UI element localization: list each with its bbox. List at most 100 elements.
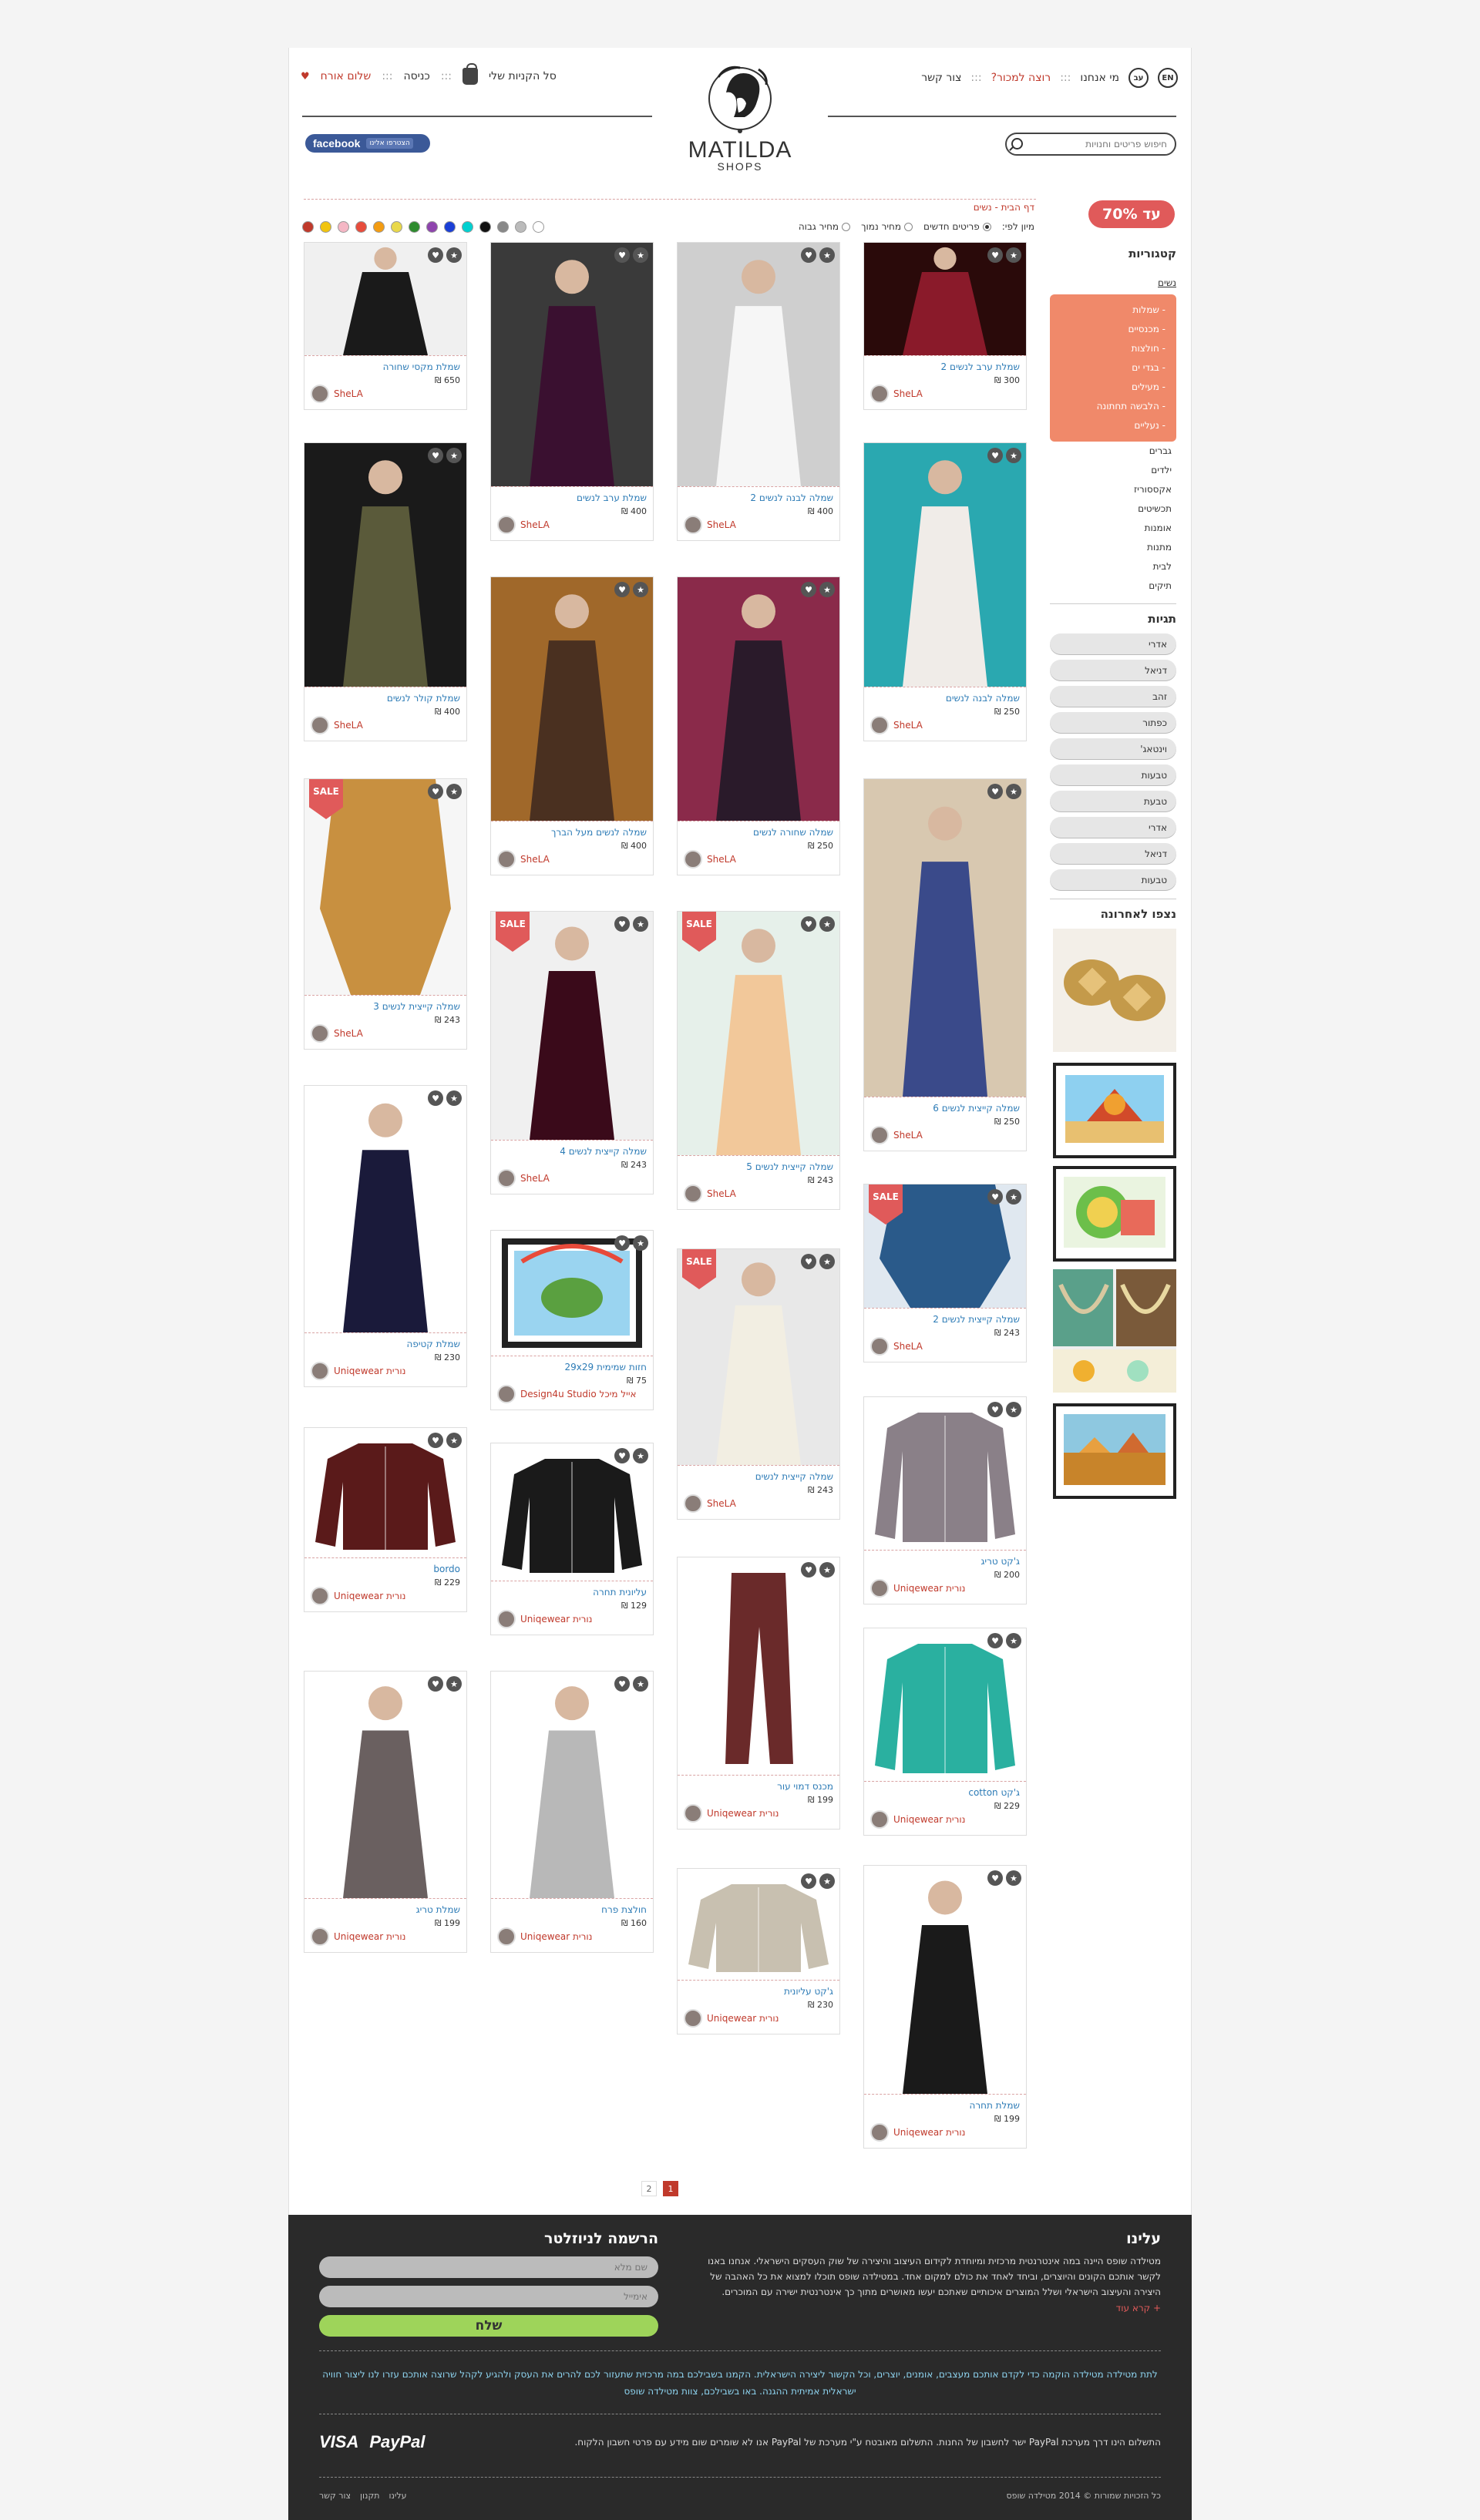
product-image[interactable]: ★ ♥ — [678, 243, 839, 486]
product-card[interactable]: ★ ♥ שמלת טריג 199 ₪ Uniqewear נורית — [304, 1671, 467, 1953]
heart-icon[interactable]: ♥ — [428, 784, 443, 799]
heart-icon[interactable]: ♥ — [614, 1448, 630, 1463]
heart-icon[interactable]: ♥ — [987, 1189, 1003, 1205]
product-card[interactable]: ★ ♥ SALE שמלה קייצית לנשים 243 ₪ SheLA — [677, 1248, 840, 1520]
color-swatch[interactable] — [479, 221, 491, 233]
contact-link[interactable]: צור קשר — [921, 72, 961, 84]
star-icon[interactable]: ★ — [633, 1448, 648, 1463]
product-card[interactable]: ★ ♥ שמלת קטיפה 230 ₪ Uniqewear נורית — [304, 1085, 467, 1387]
product-card[interactable]: ★ ♥ ג'קט עליונית 230 ₪ Uniqewear נורית — [677, 1868, 840, 2034]
product-title[interactable]: חולצת פרח — [497, 1903, 647, 1916]
category-women[interactable]: נשים — [1050, 277, 1176, 288]
product-title[interactable]: שמלה קייצית לנשים 6 — [870, 1102, 1020, 1114]
seller[interactable]: Uniqewear נורית — [684, 2009, 779, 2028]
page-link-current[interactable]: 1 — [663, 2181, 678, 2196]
product-card[interactable]: ★ ♥ שמלה לנשים מעל הברך 400 ₪ SheLA — [490, 576, 654, 875]
product-title[interactable]: שמלת קולר לנשים — [311, 692, 460, 704]
star-icon[interactable]: ★ — [819, 1254, 835, 1269]
heart-icon[interactable]: ♥ — [801, 1873, 816, 1889]
product-title[interactable]: שמלה לבנה לנשים — [870, 692, 1020, 704]
sell-link[interactable]: רוצה למכור? — [991, 72, 1051, 84]
heart-icon[interactable]: ♥ — [428, 1433, 443, 1448]
product-title[interactable]: bordo — [311, 1563, 460, 1575]
seller[interactable]: Uniqewear נורית — [311, 1362, 405, 1380]
heart-icon[interactable]: ♥ — [801, 582, 816, 597]
product-title[interactable]: חזות שמימית 29x29 — [497, 1361, 647, 1373]
seller[interactable]: Uniqewear נורית — [870, 1810, 965, 1829]
product-title[interactable]: שמלה קייצית לנשים 4 — [497, 1145, 647, 1158]
submenu-item[interactable]: - מכנסיים — [1061, 320, 1166, 339]
heart-icon[interactable]: ♥ — [614, 247, 630, 263]
product-card[interactable]: ★ ♥ עליונית תחרה 129 ₪ Uniqewear נורית — [490, 1443, 654, 1635]
product-title[interactable]: שמלת ערב לנשים 2 — [870, 361, 1020, 373]
product-title[interactable]: שמלה שחורה לנשים — [684, 826, 833, 838]
category-item[interactable]: אקססוריז — [1050, 480, 1176, 499]
seller[interactable]: SheLA — [684, 850, 736, 869]
tag-item[interactable]: דניאל — [1050, 843, 1176, 865]
seller[interactable]: SheLA — [497, 1169, 550, 1188]
product-image[interactable]: ★ ♥ SALE — [864, 1184, 1026, 1308]
lang-he-button[interactable]: עב — [1128, 68, 1149, 88]
heart-icon[interactable]: ♥ — [987, 247, 1003, 263]
color-swatch[interactable] — [533, 221, 544, 233]
star-icon[interactable]: ★ — [1006, 1870, 1021, 1886]
seller[interactable]: Uniqewear נורית — [497, 1927, 592, 1946]
category-item[interactable]: ילדים — [1050, 461, 1176, 480]
color-swatch[interactable] — [338, 221, 349, 233]
product-card[interactable]: ★ ♥ שמלת ערב לנשים 400 ₪ SheLA — [490, 242, 654, 541]
heart-icon[interactable]: ♥ — [428, 1090, 443, 1106]
send-button[interactable]: שלח — [319, 2315, 658, 2337]
product-title[interactable]: ג'קט cotton — [870, 1786, 1020, 1799]
submenu-item[interactable]: - שמלות — [1061, 301, 1166, 320]
product-card[interactable]: ★ ♥ ג'קט cotton 229 ₪ Uniqewear נורית — [863, 1628, 1027, 1836]
color-swatch[interactable] — [355, 221, 367, 233]
star-icon[interactable]: ★ — [446, 784, 462, 799]
product-image[interactable]: ★ ♥ — [864, 243, 1026, 355]
product-image[interactable]: ★ ♥ — [491, 1231, 653, 1356]
color-swatch[interactable] — [373, 221, 385, 233]
submenu-item[interactable]: - מעילים — [1061, 378, 1166, 397]
product-image[interactable]: ★ ♥ — [864, 779, 1026, 1097]
tag-item[interactable]: טבעות — [1050, 764, 1176, 786]
tag-item[interactable]: זהב — [1050, 686, 1176, 707]
seller[interactable]: Uniqewear נורית — [497, 1610, 592, 1628]
recent-item-art-2[interactable] — [1053, 1166, 1176, 1262]
product-image[interactable]: ★ ♥ — [304, 443, 466, 687]
star-icon[interactable]: ★ — [633, 582, 648, 597]
product-image[interactable]: ★ ♥ — [864, 443, 1026, 687]
seller[interactable]: SheLA — [497, 850, 550, 869]
product-image[interactable]: ★ ♥ — [864, 1866, 1026, 2094]
heart-icon[interactable]: ♥ — [428, 1676, 443, 1692]
product-card[interactable]: ★ ♥ שמלת קולר לנשים 400 ₪ SheLA — [304, 442, 467, 741]
product-card[interactable]: ★ ♥ SALE שמלה קייצית לנשים 5 243 ₪ SheLA — [677, 911, 840, 1210]
submenu-item[interactable]: - נעליים — [1061, 416, 1166, 435]
star-icon[interactable]: ★ — [819, 1562, 835, 1578]
product-card[interactable]: ★ ♥ חזות שמימית 29x29 75 ₪ Design4u Stud… — [490, 1230, 654, 1410]
heart-icon[interactable]: ♥ — [428, 247, 443, 263]
color-swatch[interactable] — [320, 221, 331, 233]
star-icon[interactable]: ★ — [1006, 448, 1021, 463]
star-icon[interactable]: ★ — [1006, 247, 1021, 263]
star-icon[interactable]: ★ — [819, 582, 835, 597]
heart-icon[interactable]: ♥ — [801, 1562, 816, 1578]
product-title[interactable]: מכנס דמוי עור — [684, 1780, 833, 1793]
search-input[interactable] — [1036, 139, 1167, 150]
heart-icon[interactable]: ♥ — [428, 448, 443, 463]
product-title[interactable]: שמלה קייצית לנשים 2 — [870, 1313, 1020, 1326]
star-icon[interactable]: ★ — [446, 1090, 462, 1106]
product-card[interactable]: ★ ♥ SALE שמלה קייצית לנשים 4 243 ₪ SheLA — [490, 911, 654, 1194]
recent-item-earrings[interactable] — [1053, 929, 1176, 1055]
product-image[interactable]: ★ ♥ — [864, 1397, 1026, 1550]
color-swatch[interactable] — [462, 221, 473, 233]
product-title[interactable]: שמלה קייצית לנשים — [684, 1470, 833, 1483]
product-image[interactable]: ★ ♥ SALE — [678, 912, 839, 1155]
heart-icon[interactable]: ♥ — [987, 784, 1003, 799]
star-icon[interactable]: ★ — [1006, 1633, 1021, 1648]
product-card[interactable]: ★ ♥ SALE שמלה קייצית לנשים 3 243 ₪ SheLA — [304, 778, 467, 1050]
product-title[interactable]: שמלת טריג — [311, 1903, 460, 1916]
heart-icon[interactable]: ♥ — [614, 582, 630, 597]
star-icon[interactable]: ★ — [633, 247, 648, 263]
product-title[interactable]: שמלה לנשים מעל הברך — [497, 826, 647, 838]
product-title[interactable]: שמלת ערב לנשים — [497, 492, 647, 504]
star-icon[interactable]: ★ — [633, 1235, 648, 1251]
